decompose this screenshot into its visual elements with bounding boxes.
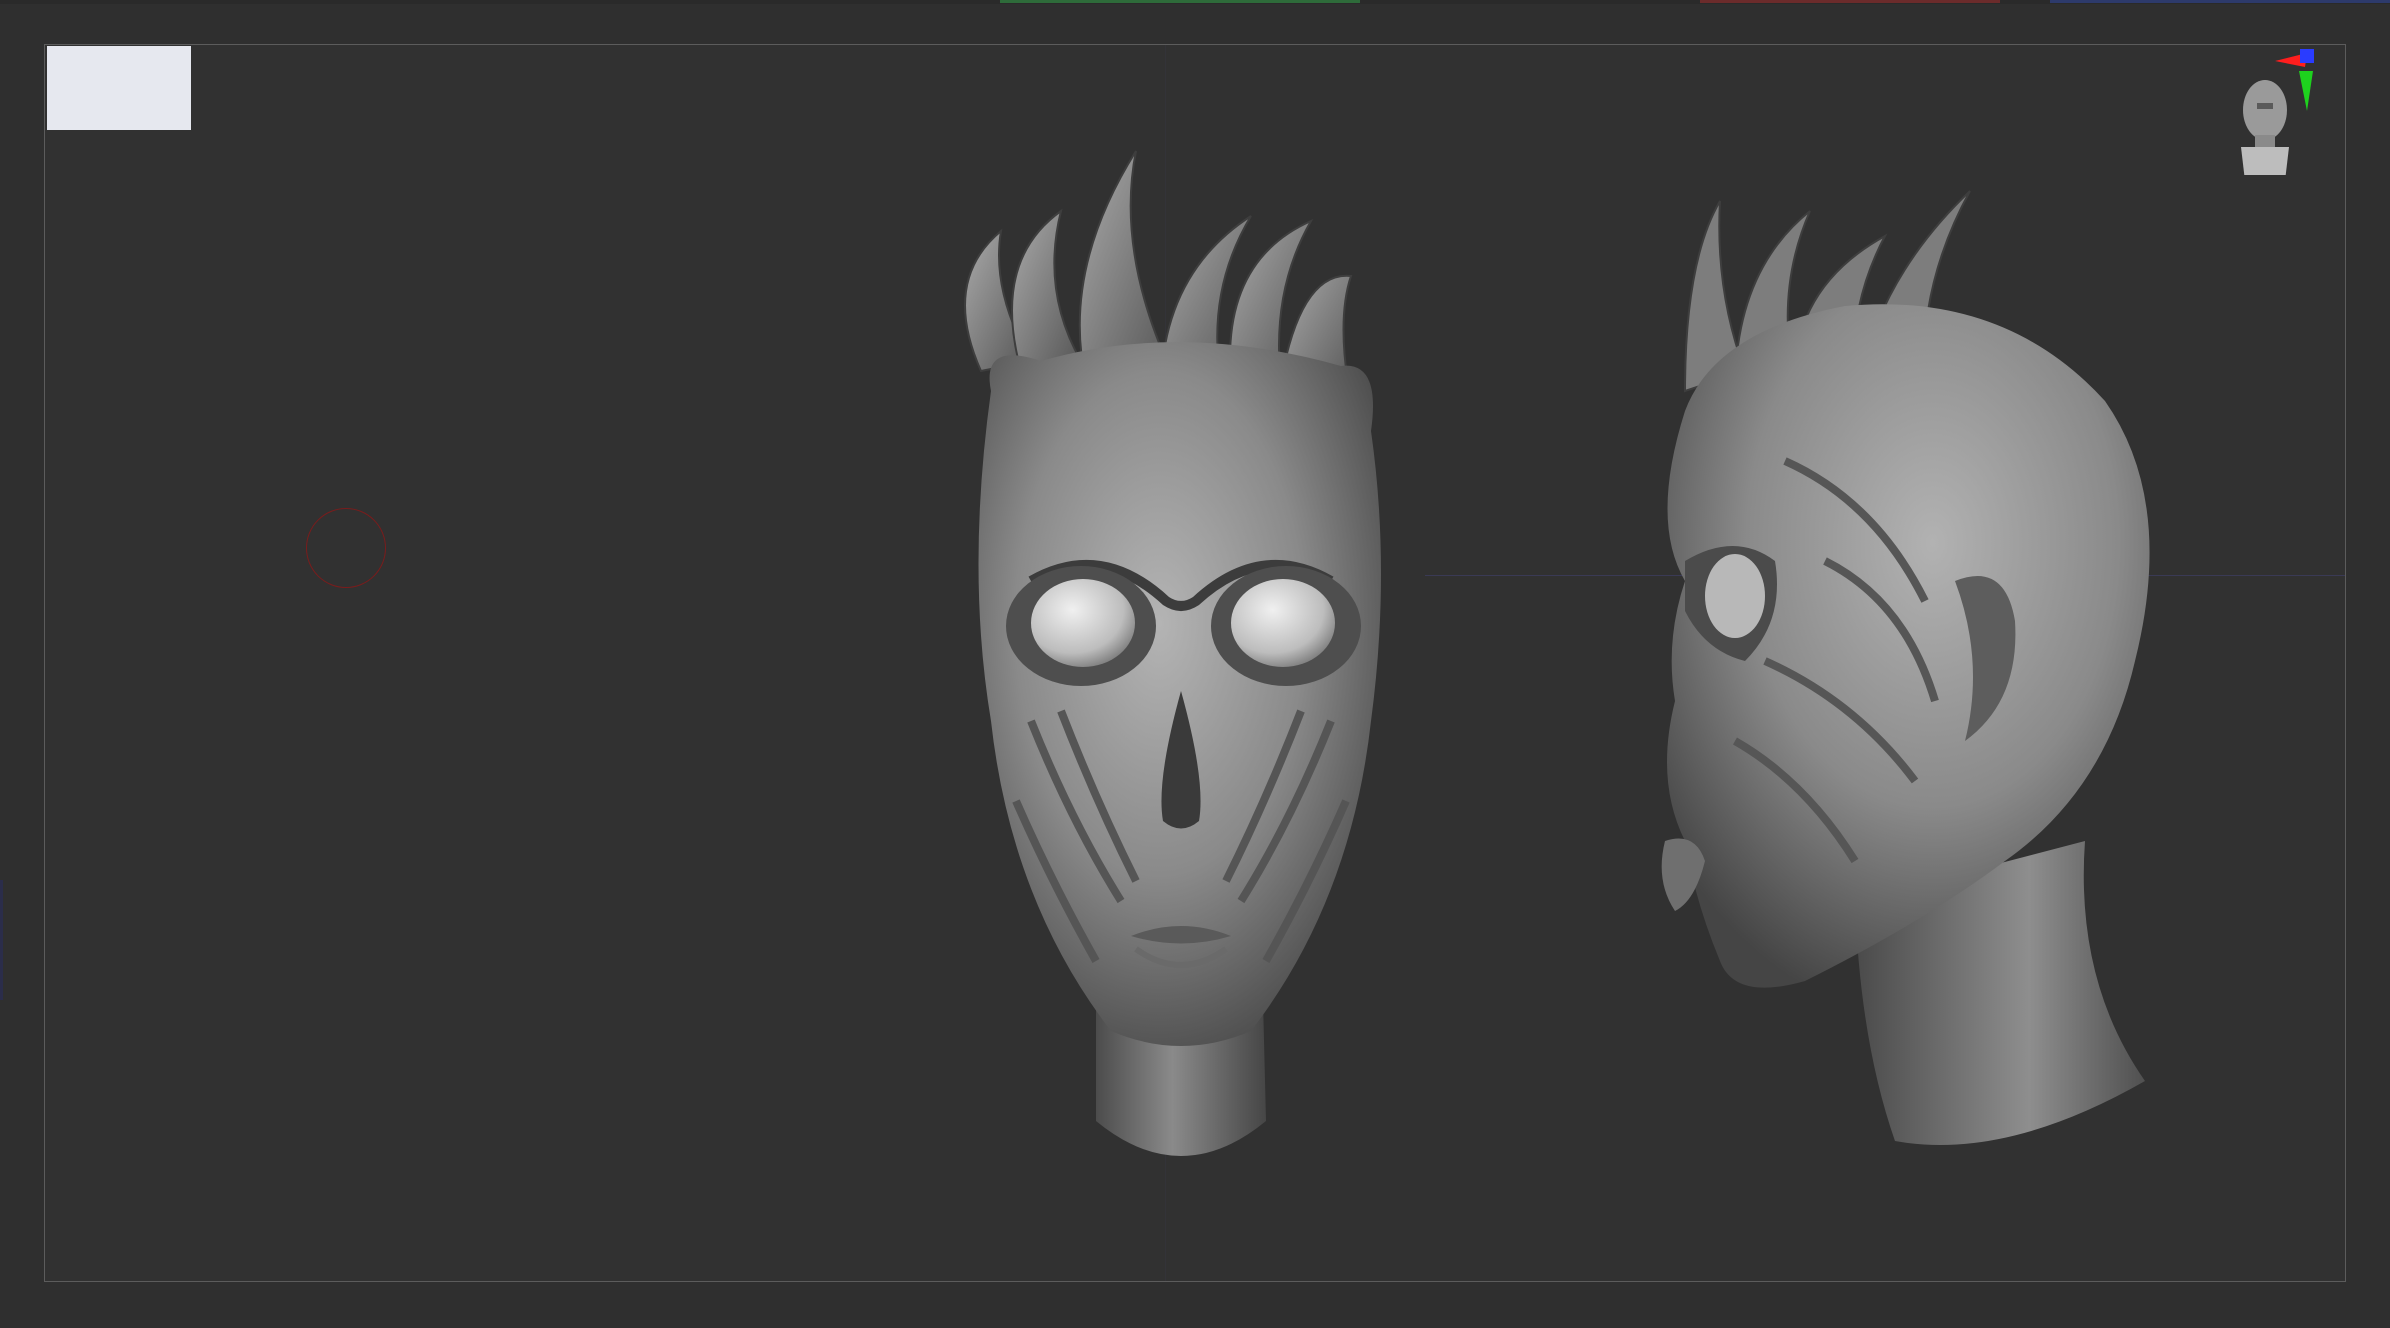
front-view-head[interactable] xyxy=(921,101,1441,1221)
side-view-head[interactable] xyxy=(1625,141,2225,1201)
top-accent-blue xyxy=(2050,0,2390,3)
y-axis-green[interactable] xyxy=(2299,71,2313,111)
right-eyeball xyxy=(1231,579,1335,667)
left-eyeball xyxy=(1031,579,1135,667)
orientation-gizmo[interactable] xyxy=(2225,45,2315,175)
top-accent-bar xyxy=(0,0,2390,4)
left-edge-marker xyxy=(0,880,3,1000)
top-accent-green xyxy=(1000,0,1360,3)
side-eyeball xyxy=(1705,554,1765,638)
sculpt-viewport[interactable] xyxy=(44,44,2346,1282)
color-swatch[interactable] xyxy=(47,46,191,130)
top-accent-red xyxy=(1700,0,2000,3)
z-axis-blue[interactable] xyxy=(2300,49,2314,63)
brush-cursor-icon xyxy=(306,508,386,588)
head-bust-icon xyxy=(2241,80,2289,175)
